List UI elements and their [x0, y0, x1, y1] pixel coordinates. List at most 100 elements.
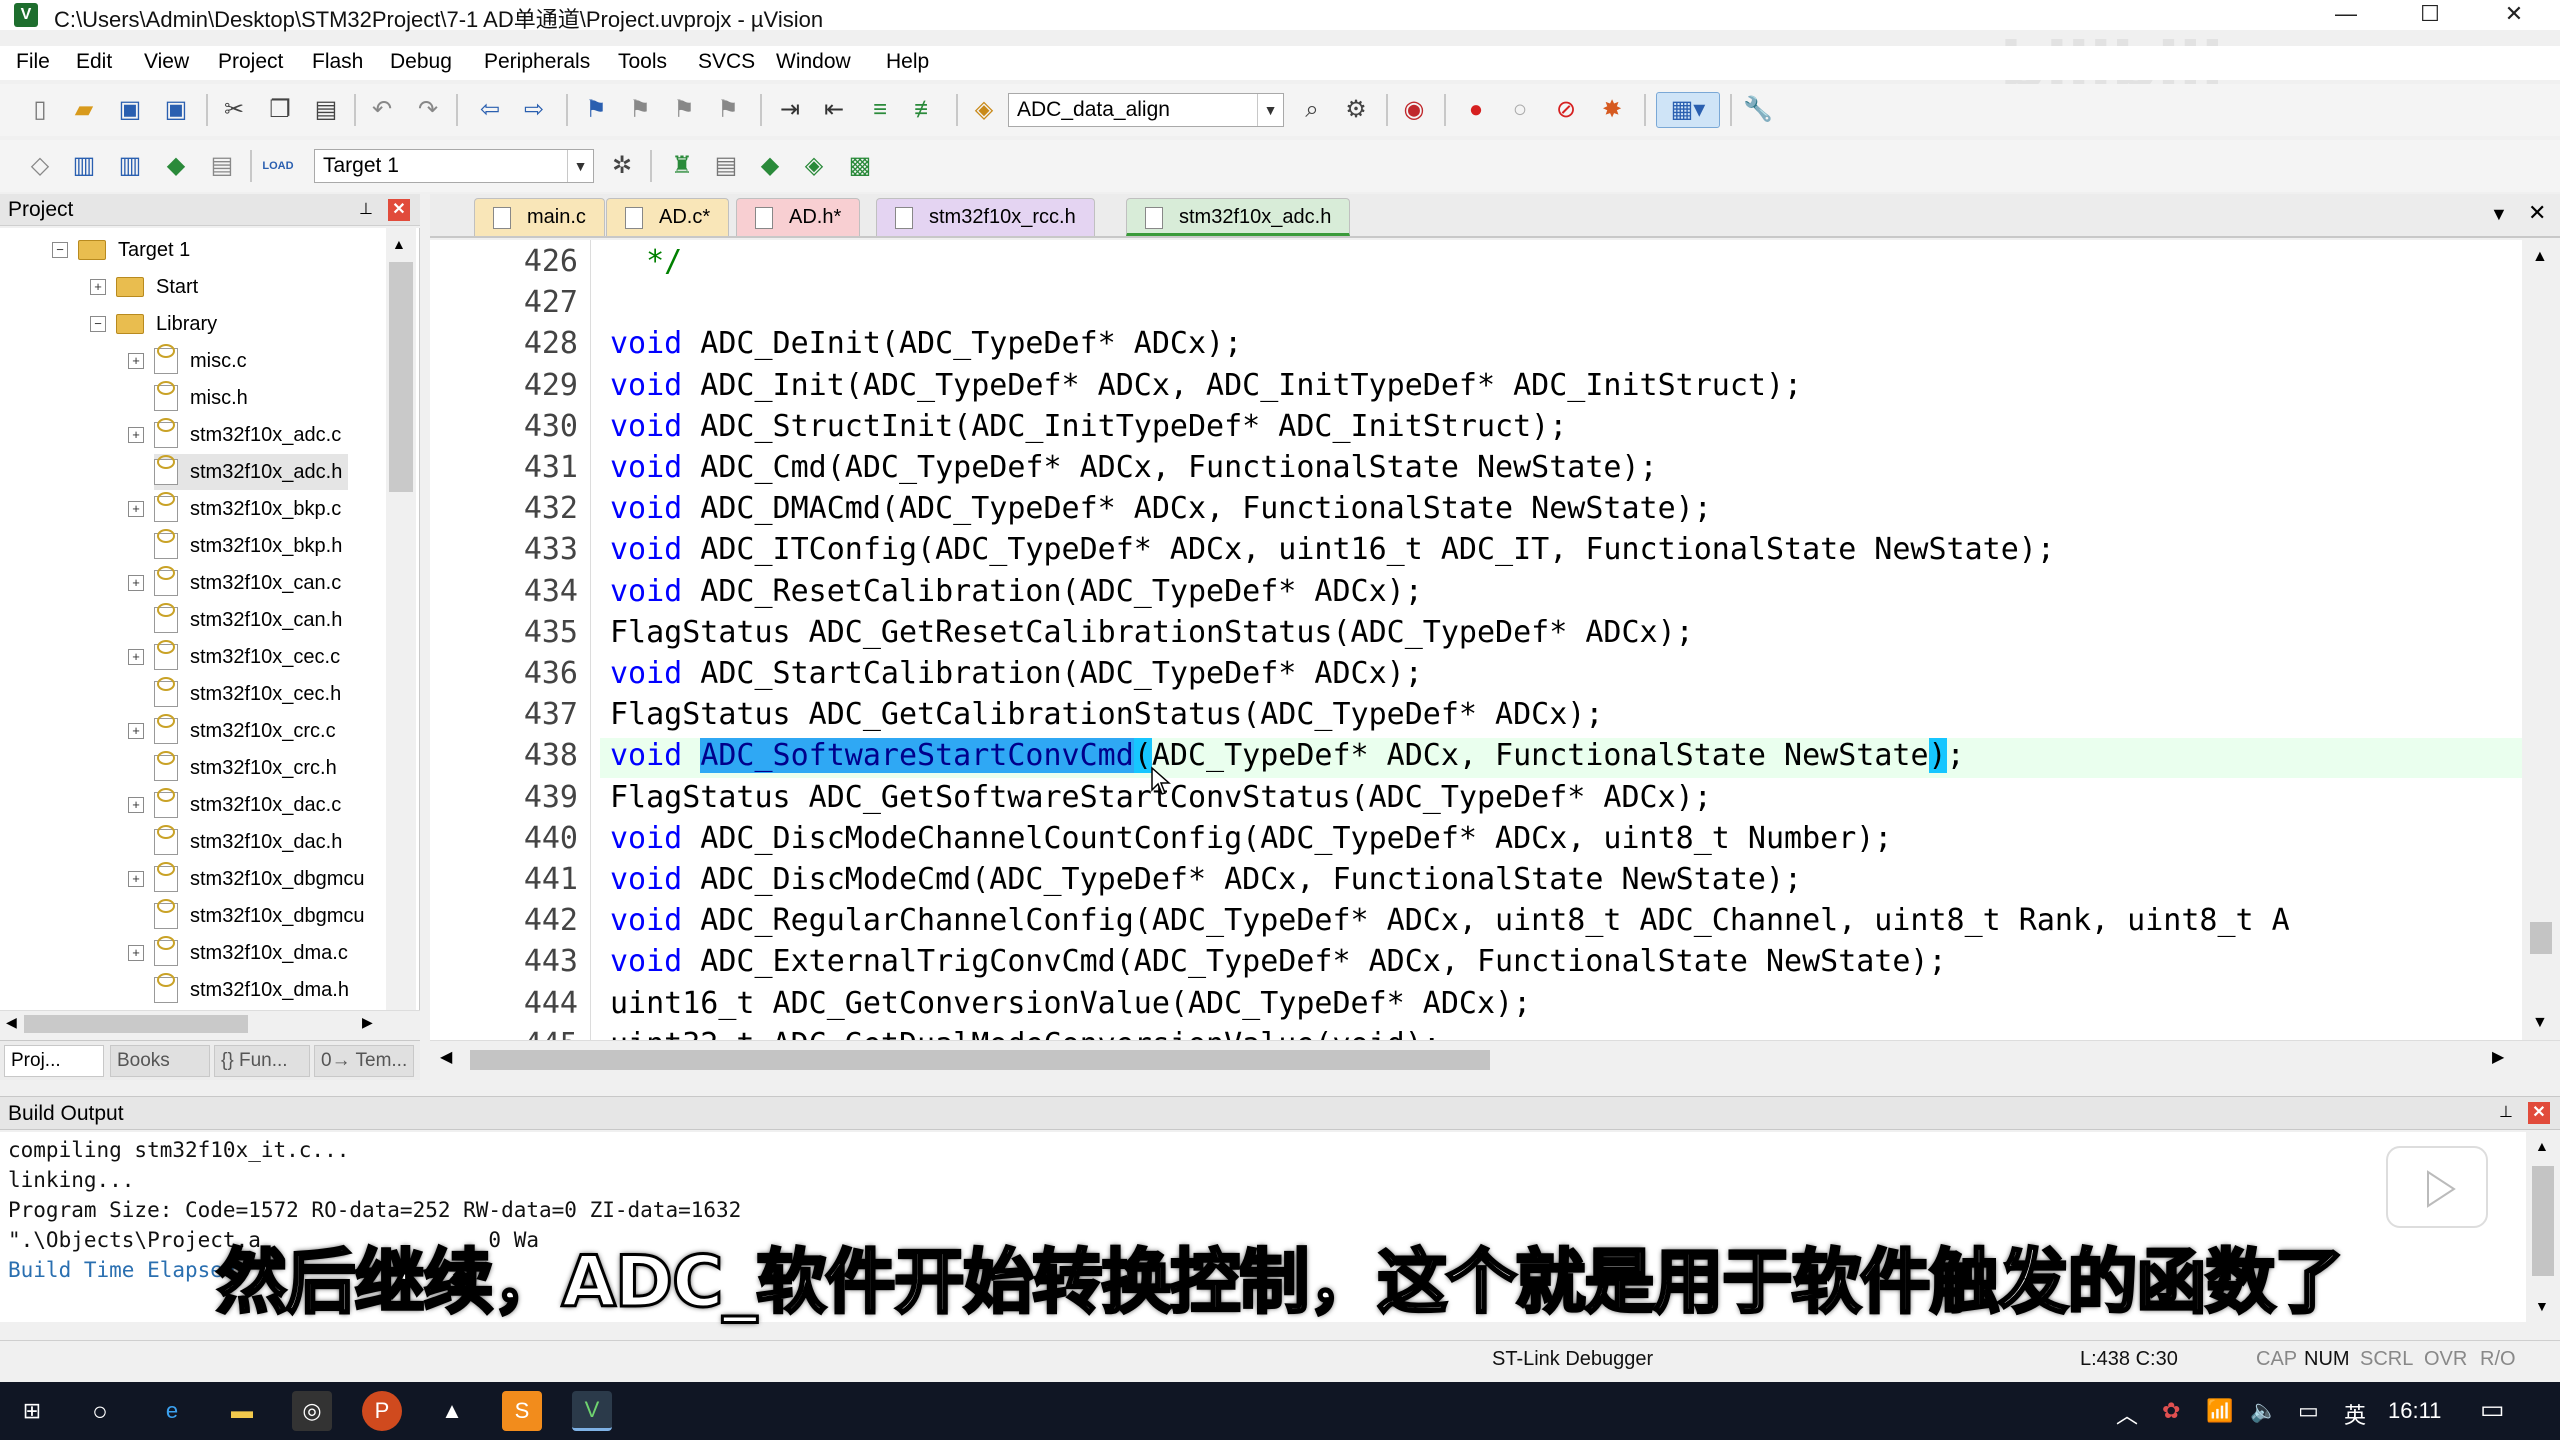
tab-stm32f10x-adc-h[interactable]: stm32f10x_adc.h: [1126, 198, 1351, 236]
tree-file-selected[interactable]: stm32f10x_adc.h: [154, 454, 349, 490]
tree-file[interactable]: + stm32f10x_adc.c: [128, 417, 341, 453]
copy-icon[interactable]: ❐: [262, 92, 298, 128]
battery-icon[interactable]: ▭: [2298, 1398, 2319, 1424]
debug-session-icon[interactable]: ◉: [1396, 92, 1432, 128]
paste-icon[interactable]: ▤: [308, 92, 344, 128]
tree-file[interactable]: stm32f10x_cec.h: [154, 676, 341, 712]
notifications-icon[interactable]: ▭: [2480, 1394, 2505, 1425]
menu-peripherals[interactable]: Peripherals: [484, 50, 590, 74]
tree-file[interactable]: + stm32f10x_dac.c: [128, 787, 341, 823]
tree-file[interactable]: + misc.c: [128, 343, 247, 379]
code-line[interactable]: void ADC_DMACmd(ADC_TypeDef* ADCx, Funct…: [610, 491, 1712, 526]
photos-app-icon[interactable]: ▲: [432, 1391, 472, 1431]
tree-file[interactable]: stm32f10x_bkp.h: [154, 528, 342, 564]
expand-icon[interactable]: +: [128, 501, 144, 517]
indent-icon[interactable]: ⇥: [772, 92, 808, 128]
comment-icon[interactable]: ≡: [862, 92, 898, 128]
bookmark-clear-icon[interactable]: ⚑: [710, 92, 746, 128]
find-in-files-icon[interactable]: ◈: [966, 92, 1002, 128]
undo-icon[interactable]: ↶: [364, 92, 400, 128]
new-file-icon[interactable]: ▯: [22, 92, 58, 128]
tree-file[interactable]: + stm32f10x_dma.c: [128, 935, 348, 971]
insert-breakpoint-icon[interactable]: ●: [1458, 92, 1494, 128]
clock-time[interactable]: 16:11: [2388, 1398, 2441, 1424]
open-file-icon[interactable]: ▰: [66, 92, 102, 128]
redo-icon[interactable]: ↷: [410, 92, 446, 128]
tab-books[interactable]: Books: [110, 1045, 210, 1077]
menu-flash[interactable]: Flash: [312, 50, 363, 74]
window-layout-icon[interactable]: ▦▾: [1656, 92, 1720, 128]
volume-icon[interactable]: 🔈: [2250, 1398, 2277, 1424]
tray-app-icon[interactable]: ✿: [2162, 1398, 2180, 1424]
unindent-icon[interactable]: ⇤: [816, 92, 852, 128]
bookmark-previous-icon[interactable]: ⚑: [622, 92, 658, 128]
tab-stm32f10x-rcc-h[interactable]: stm32f10x_rcc.h: [876, 198, 1095, 236]
tab-list-dropdown-icon[interactable]: ▼: [2490, 204, 2508, 225]
code-line[interactable]: void ADC_RegularChannelConfig(ADC_TypeDe…: [610, 903, 2290, 938]
navigate-back-icon[interactable]: ⇦: [472, 92, 508, 128]
code-line[interactable]: void ADC_ITConfig(ADC_TypeDef* ADCx, uin…: [610, 532, 2055, 567]
tree-node-start[interactable]: + Start: [90, 269, 198, 305]
save-all-icon[interactable]: ▣: [158, 92, 194, 128]
scroll-up-arrow-icon[interactable]: ▲: [2532, 248, 2548, 266]
code-line[interactable]: void ADC_ExternalTrigConvCmd(ADC_TypeDef…: [610, 944, 1947, 979]
expand-icon[interactable]: +: [90, 279, 106, 295]
target-options-icon[interactable]: ✲: [604, 148, 640, 184]
navigate-forward-icon[interactable]: ⇨: [516, 92, 552, 128]
editor-vertical-scrollbar[interactable]: ▲ ▼: [2522, 240, 2560, 1040]
code-line[interactable]: FlagStatus ADC_GetCalibrationStatus(ADC_…: [610, 697, 1603, 732]
tree-file[interactable]: stm32f10x_dac.h: [154, 824, 342, 860]
chevron-down-icon[interactable]: ▼: [567, 150, 593, 182]
expand-icon[interactable]: +: [128, 723, 144, 739]
menu-project[interactable]: Project: [218, 50, 283, 74]
tab-project[interactable]: Proj...: [4, 1045, 104, 1077]
disable-breakpoints-icon[interactable]: ⊘: [1548, 92, 1584, 128]
tree-hscroll-thumb[interactable]: [24, 1015, 248, 1033]
translate-icon[interactable]: ◇: [22, 148, 58, 184]
code-line[interactable]: uint16_t ADC_GetConversionValue(ADC_Type…: [610, 986, 1531, 1021]
windows-start-icon[interactable]: ⊞: [12, 1391, 52, 1431]
expand-icon[interactable]: +: [128, 871, 144, 887]
powerpoint-icon[interactable]: P: [362, 1391, 402, 1431]
find-icon[interactable]: ⌕: [1294, 92, 1330, 128]
code-line[interactable]: void ADC_Cmd(ADC_TypeDef* ADCx, Function…: [610, 450, 1658, 485]
code-line[interactable]: void ADC_ResetCalibration(ADC_TypeDef* A…: [610, 574, 1423, 609]
scroll-up-arrow-icon[interactable]: ▲: [2535, 1138, 2549, 1154]
tab-ad-h[interactable]: AD.h*: [736, 198, 861, 236]
file-extensions-icon[interactable]: ▤: [708, 148, 744, 184]
select-packs-icon[interactable]: ◆: [752, 148, 788, 184]
tree-file[interactable]: stm32f10x_crc.h: [154, 750, 337, 786]
sublime-app-icon[interactable]: S: [502, 1391, 542, 1431]
tab-ad-c[interactable]: AD.c*: [606, 198, 730, 236]
maximize-button[interactable]: ☐: [2388, 0, 2472, 30]
manage-project-items-icon[interactable]: ♜: [664, 148, 700, 184]
expand-icon[interactable]: +: [128, 427, 144, 443]
minimize-button[interactable]: —: [2304, 0, 2388, 30]
scroll-right-arrow-icon[interactable]: ▶: [2492, 1047, 2504, 1067]
tree-file[interactable]: stm32f10x_dma.h: [154, 972, 349, 1008]
enable-breakpoint-icon[interactable]: ○: [1502, 92, 1538, 128]
chevron-down-icon[interactable]: ▼: [1257, 94, 1283, 126]
expand-icon[interactable]: +: [128, 353, 144, 369]
save-icon[interactable]: ▣: [112, 92, 148, 128]
menu-debug[interactable]: Debug: [390, 50, 452, 74]
find-combo[interactable]: ADC_data_align ▼: [1008, 93, 1284, 127]
camera-app-icon[interactable]: ◎: [292, 1391, 332, 1431]
stop-build-icon[interactable]: ▤: [204, 148, 240, 184]
pin-icon[interactable]: ⊥: [356, 200, 376, 220]
editor-hscroll-thumb[interactable]: [470, 1050, 1490, 1070]
code-line[interactable]: void ADC_StartCalibration(ADC_TypeDef* A…: [610, 656, 1423, 691]
code-line[interactable]: void ADC_Init(ADC_TypeDef* ADCx, ADC_Ini…: [610, 368, 1802, 403]
code-line[interactable]: void ADC_SoftwareStartConvCmd(ADC_TypeDe…: [610, 738, 1965, 773]
editor-vscroll-thumb[interactable]: [2530, 922, 2552, 954]
tree-horizontal-scrollbar[interactable]: ◀ ▶: [0, 1010, 420, 1038]
batch-build-icon[interactable]: ◆: [158, 148, 194, 184]
expand-icon[interactable]: +: [128, 797, 144, 813]
code-line[interactable]: FlagStatus ADC_GetResetCalibrationStatus…: [610, 615, 1694, 650]
tree-file[interactable]: misc.h: [154, 380, 248, 416]
configure-icon[interactable]: 🔧: [1740, 92, 1776, 128]
code-line[interactable]: void ADC_DiscModeChannelCountConfig(ADC_…: [610, 821, 1892, 856]
expand-icon[interactable]: +: [128, 649, 144, 665]
file-explorer-icon[interactable]: ▬: [222, 1391, 262, 1431]
load-download-icon[interactable]: LOAD: [260, 148, 296, 184]
